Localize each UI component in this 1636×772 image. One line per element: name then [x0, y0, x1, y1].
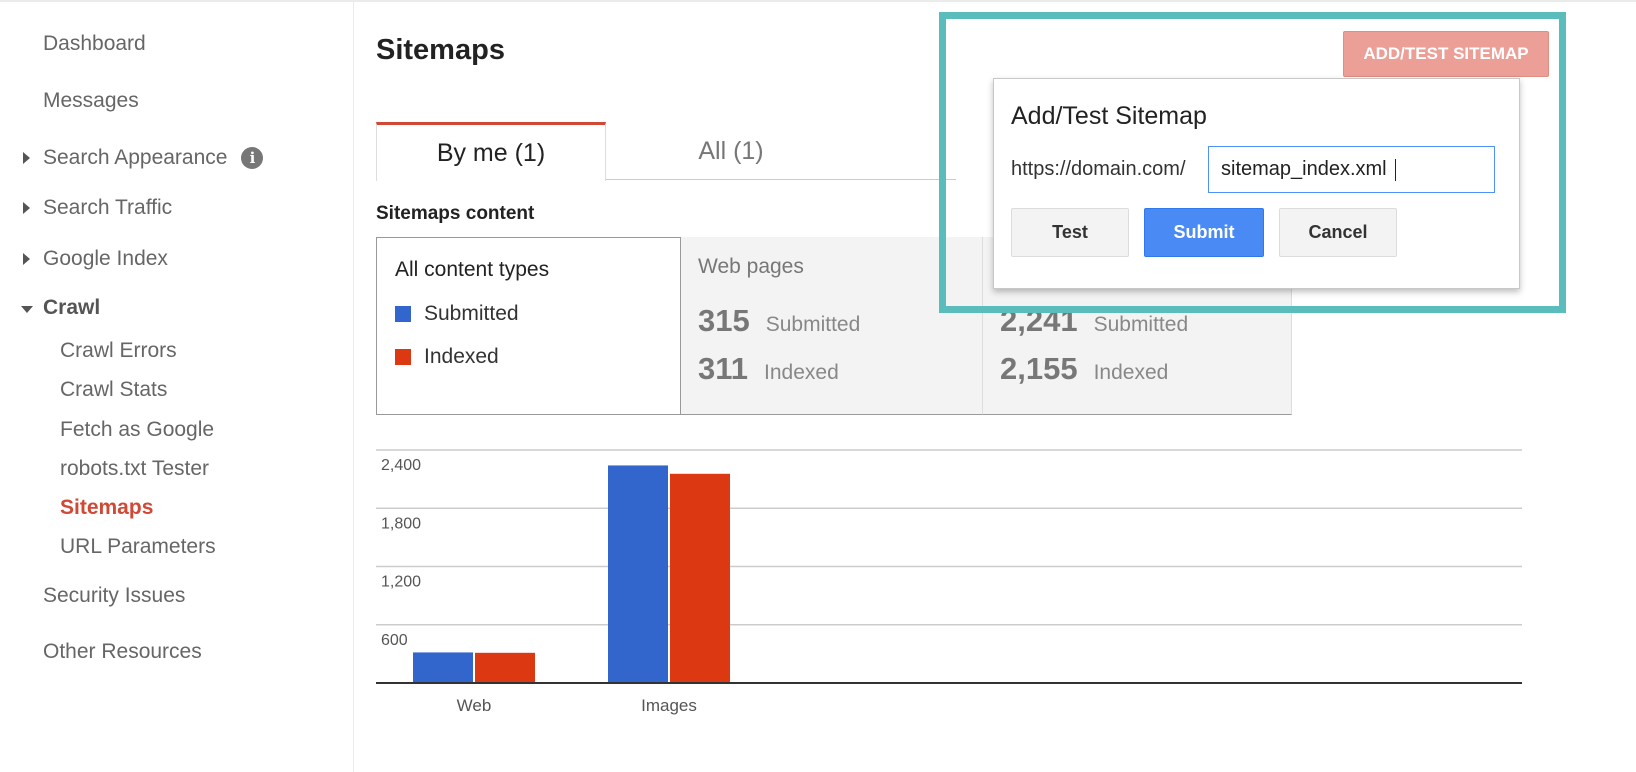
- section-title: Sitemaps content: [376, 203, 535, 224]
- stat-label: Submitted: [1093, 313, 1189, 336]
- y-tick-label: 600: [381, 632, 408, 649]
- y-tick-label: 1,800: [381, 515, 421, 532]
- stat-label: Indexed: [764, 361, 839, 384]
- caret-right-icon: [23, 202, 30, 214]
- stat-label: Submitted: [765, 313, 861, 336]
- sidebar-item-robots-tester[interactable]: robots.txt Tester: [60, 457, 209, 481]
- sidebar-item-dashboard[interactable]: Dashboard: [43, 32, 146, 56]
- page-title: Sitemaps: [376, 34, 505, 66]
- tab-bar: By me (1) All (1): [376, 122, 956, 181]
- chart-svg: 600 1,200 1,800 2,400 Web Images: [376, 449, 1522, 715]
- dialog-title: Add/Test Sitemap: [1011, 102, 1207, 130]
- submit-button[interactable]: Submit: [1144, 208, 1264, 257]
- tab-all[interactable]: All (1): [606, 122, 856, 180]
- sidebar-item-label: Crawl Stats: [60, 378, 168, 401]
- content-type-web-pages[interactable]: Web pages 315 Submitted 311 Indexed: [680, 237, 983, 415]
- caret-right-icon: [23, 253, 30, 265]
- sidebar-item-crawl[interactable]: Crawl: [21, 296, 101, 320]
- sidebar-item-fetch-as-google[interactable]: Fetch as Google: [60, 418, 214, 442]
- x-tick-label: Images: [641, 696, 697, 715]
- bar-web-indexed: [475, 652, 535, 683]
- sidebar-item-google-index[interactable]: Google Index: [23, 247, 168, 271]
- url-prefix: https://domain.com/: [1011, 158, 1186, 180]
- sidebar-item-label: Other Resources: [43, 640, 202, 663]
- sidebar-item-label: Crawl Errors: [60, 339, 177, 362]
- sidebar-item-label: Crawl: [43, 296, 101, 319]
- content-type-all[interactable]: All content types Submitted Indexed: [376, 237, 680, 415]
- sidebar-item-label: Messages: [43, 89, 139, 112]
- add-test-sitemap-button[interactable]: ADD/TEST SITEMAP: [1343, 31, 1549, 77]
- sidebar-item-security-issues[interactable]: Security Issues: [43, 584, 185, 608]
- sidebar-item-label: Sitemaps: [60, 496, 154, 519]
- sidebar-item-label: URL Parameters: [60, 535, 216, 558]
- sidebar-item-messages[interactable]: Messages: [43, 89, 139, 113]
- tab-by-me[interactable]: By me (1): [376, 122, 606, 181]
- sidebar-item-label: Dashboard: [43, 32, 146, 55]
- sidebar-item-label: Security Issues: [43, 584, 186, 607]
- sidebar-item-label: Search Traffic: [43, 196, 173, 219]
- cancel-button[interactable]: Cancel: [1279, 208, 1397, 257]
- legend-item-submitted: Submitted: [395, 292, 680, 335]
- sidebar-item-label: robots.txt Tester: [60, 457, 210, 480]
- add-test-sitemap-dialog: Add/Test Sitemap https://domain.com/ Tes…: [993, 78, 1520, 289]
- y-tick-label: 2,400: [381, 457, 421, 474]
- stat-value: 315: [698, 303, 750, 338]
- sitemap-bar-chart: 600 1,200 1,800 2,400 Web Images: [376, 440, 1522, 740]
- sidebar-item-label: Google Index: [43, 247, 168, 270]
- legend-title: All content types: [395, 258, 550, 281]
- images-indexed-stat: 2,155 Indexed: [1000, 351, 1291, 387]
- sidebar-item-search-traffic[interactable]: Search Traffic: [23, 196, 173, 220]
- test-button[interactable]: Test: [1011, 208, 1129, 257]
- legend-label: Indexed: [424, 344, 499, 368]
- bar-images-indexed: [670, 473, 730, 683]
- info-icon[interactable]: i: [241, 147, 264, 169]
- sitemap-url-input[interactable]: [1208, 146, 1495, 193]
- stat-label: Indexed: [1093, 361, 1169, 384]
- stat-value: 311: [698, 351, 749, 386]
- sidebar-item-crawl-stats[interactable]: Crawl Stats: [60, 378, 167, 402]
- sidebar-item-url-parameters[interactable]: URL Parameters: [60, 535, 216, 559]
- sidebar-item-label: Fetch as Google: [60, 418, 215, 441]
- bar-web-submitted: [413, 652, 473, 683]
- y-tick-label: 1,200: [381, 574, 421, 591]
- sidebar-item-other-resources[interactable]: Other Resources: [43, 640, 202, 664]
- sidebar-item-label: Search Appearance: [43, 146, 228, 169]
- stat-value: 2,155: [1000, 351, 1078, 386]
- legend-swatch-indexed: [395, 348, 411, 365]
- legend-item-indexed: Indexed: [395, 335, 680, 378]
- sidebar-nav: Dashboard Messages Search Appearance i S…: [0, 2, 354, 772]
- legend-swatch-submitted: [395, 305, 411, 322]
- caret-right-icon: [23, 152, 30, 164]
- sidebar-item-search-appearance[interactable]: Search Appearance i: [23, 146, 264, 170]
- x-tick-label: Web: [457, 696, 492, 715]
- legend-label: Submitted: [424, 301, 519, 325]
- web-indexed-stat: 311 Indexed: [698, 351, 982, 387]
- caret-down-icon: [21, 306, 33, 313]
- sidebar-item-crawl-errors[interactable]: Crawl Errors: [60, 339, 177, 363]
- bar-images-submitted: [608, 465, 668, 683]
- text-cursor: [1395, 159, 1396, 181]
- sidebar-item-sitemaps[interactable]: Sitemaps: [60, 496, 153, 520]
